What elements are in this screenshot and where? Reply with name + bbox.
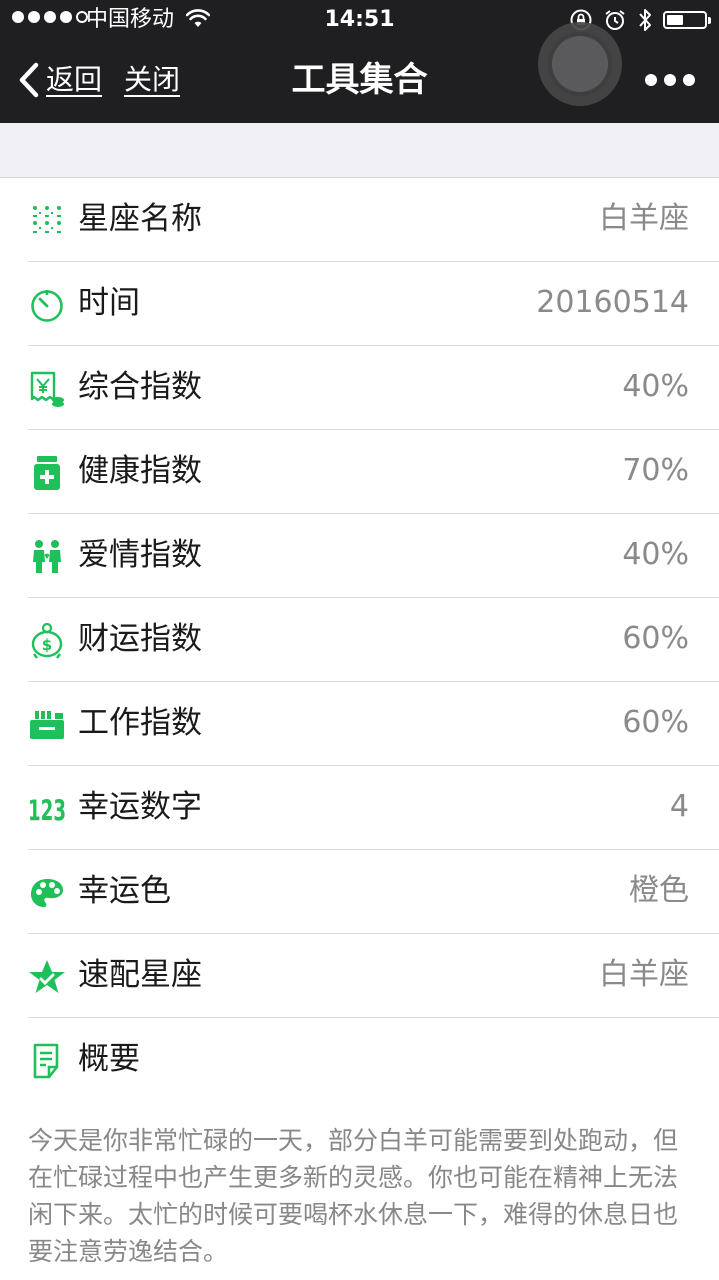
- row-label: 星座名称: [78, 201, 202, 237]
- row-time: 时间 20160514: [0, 262, 719, 346]
- row-value: 40%: [622, 369, 689, 404]
- row-value: 60%: [622, 705, 689, 740]
- row-match-constellation: 速配星座 白羊座: [0, 934, 719, 1018]
- row-overall-index: 综合指数 40%: [0, 346, 719, 430]
- alarm-icon: [605, 10, 625, 30]
- navigation-bar: 返回 关闭 工具集合: [0, 22, 719, 123]
- row-wealth-index: $ 财运指数 60%: [0, 598, 719, 682]
- row-label: 综合指数: [78, 369, 202, 405]
- row-label: 健康指数: [78, 453, 202, 489]
- row-value: 4: [669, 789, 689, 824]
- note-icon: [28, 1042, 66, 1080]
- row-value: 40%: [622, 537, 689, 572]
- star-icon: [28, 958, 66, 996]
- back-button[interactable]: 返回: [46, 60, 102, 100]
- row-label: 幸运数字: [78, 789, 202, 825]
- row-lucky-number: 123 幸运数字 4: [0, 766, 719, 850]
- row-value: 60%: [622, 621, 689, 656]
- info-list: 星座名称 白羊座 时间 20160514 综合指数 40% 健康指数 70% 爱…: [0, 178, 719, 1102]
- top-bar: 中国移动 14:51 返回 关闭 工具集合: [0, 0, 719, 123]
- palette-icon: [28, 874, 66, 912]
- row-value: 白羊座: [599, 201, 689, 236]
- row-value: 橙色: [629, 873, 689, 908]
- row-label: 爱情指数: [78, 537, 202, 573]
- row-value: 70%: [622, 453, 689, 488]
- row-label: 幸运色: [78, 873, 171, 909]
- svg-text:$: $: [42, 636, 52, 654]
- battery-icon: [663, 11, 711, 29]
- close-button[interactable]: 关闭: [124, 60, 180, 100]
- row-label: 概要: [78, 1041, 140, 1077]
- medicine-icon: [28, 454, 66, 492]
- zodiac-grid-icon: [28, 202, 66, 240]
- row-lucky-color: 幸运色 橙色: [0, 850, 719, 934]
- cash-register-icon: [28, 706, 66, 744]
- timer-icon: [28, 286, 66, 324]
- svg-text:123: 123: [28, 794, 66, 826]
- number-123-icon: 123: [28, 790, 66, 828]
- row-value: 白羊座: [599, 957, 689, 992]
- row-summary: 概要: [0, 1018, 719, 1102]
- row-value: 20160514: [536, 285, 689, 320]
- row-label: 时间: [78, 285, 140, 321]
- section-spacer: [0, 123, 719, 178]
- row-label: 速配星座: [78, 957, 202, 993]
- back-chevron-icon[interactable]: [16, 62, 42, 98]
- row-love-index: 爱情指数 40%: [0, 514, 719, 598]
- row-constellation: 星座名称 白羊座: [0, 178, 719, 262]
- row-label: 工作指数: [78, 705, 202, 741]
- couple-icon: [28, 538, 66, 576]
- battery-level-fill: [667, 15, 683, 25]
- row-work-index: 工作指数 60%: [0, 682, 719, 766]
- money-bag-icon: $: [28, 622, 66, 660]
- assistive-touch-button[interactable]: [538, 22, 622, 106]
- receipt-icon: [28, 370, 66, 408]
- status-bar: 中国移动 14:51: [0, 0, 719, 40]
- summary-text: 今天是你非常忙碌的一天，部分白羊可能需要到处跑动，但在忙碌过程中也产生更多新的灵…: [28, 1126, 679, 1266]
- row-label: 财运指数: [78, 621, 202, 657]
- bluetooth-icon: [639, 9, 651, 31]
- more-icon[interactable]: [645, 70, 695, 90]
- row-health-index: 健康指数 70%: [0, 430, 719, 514]
